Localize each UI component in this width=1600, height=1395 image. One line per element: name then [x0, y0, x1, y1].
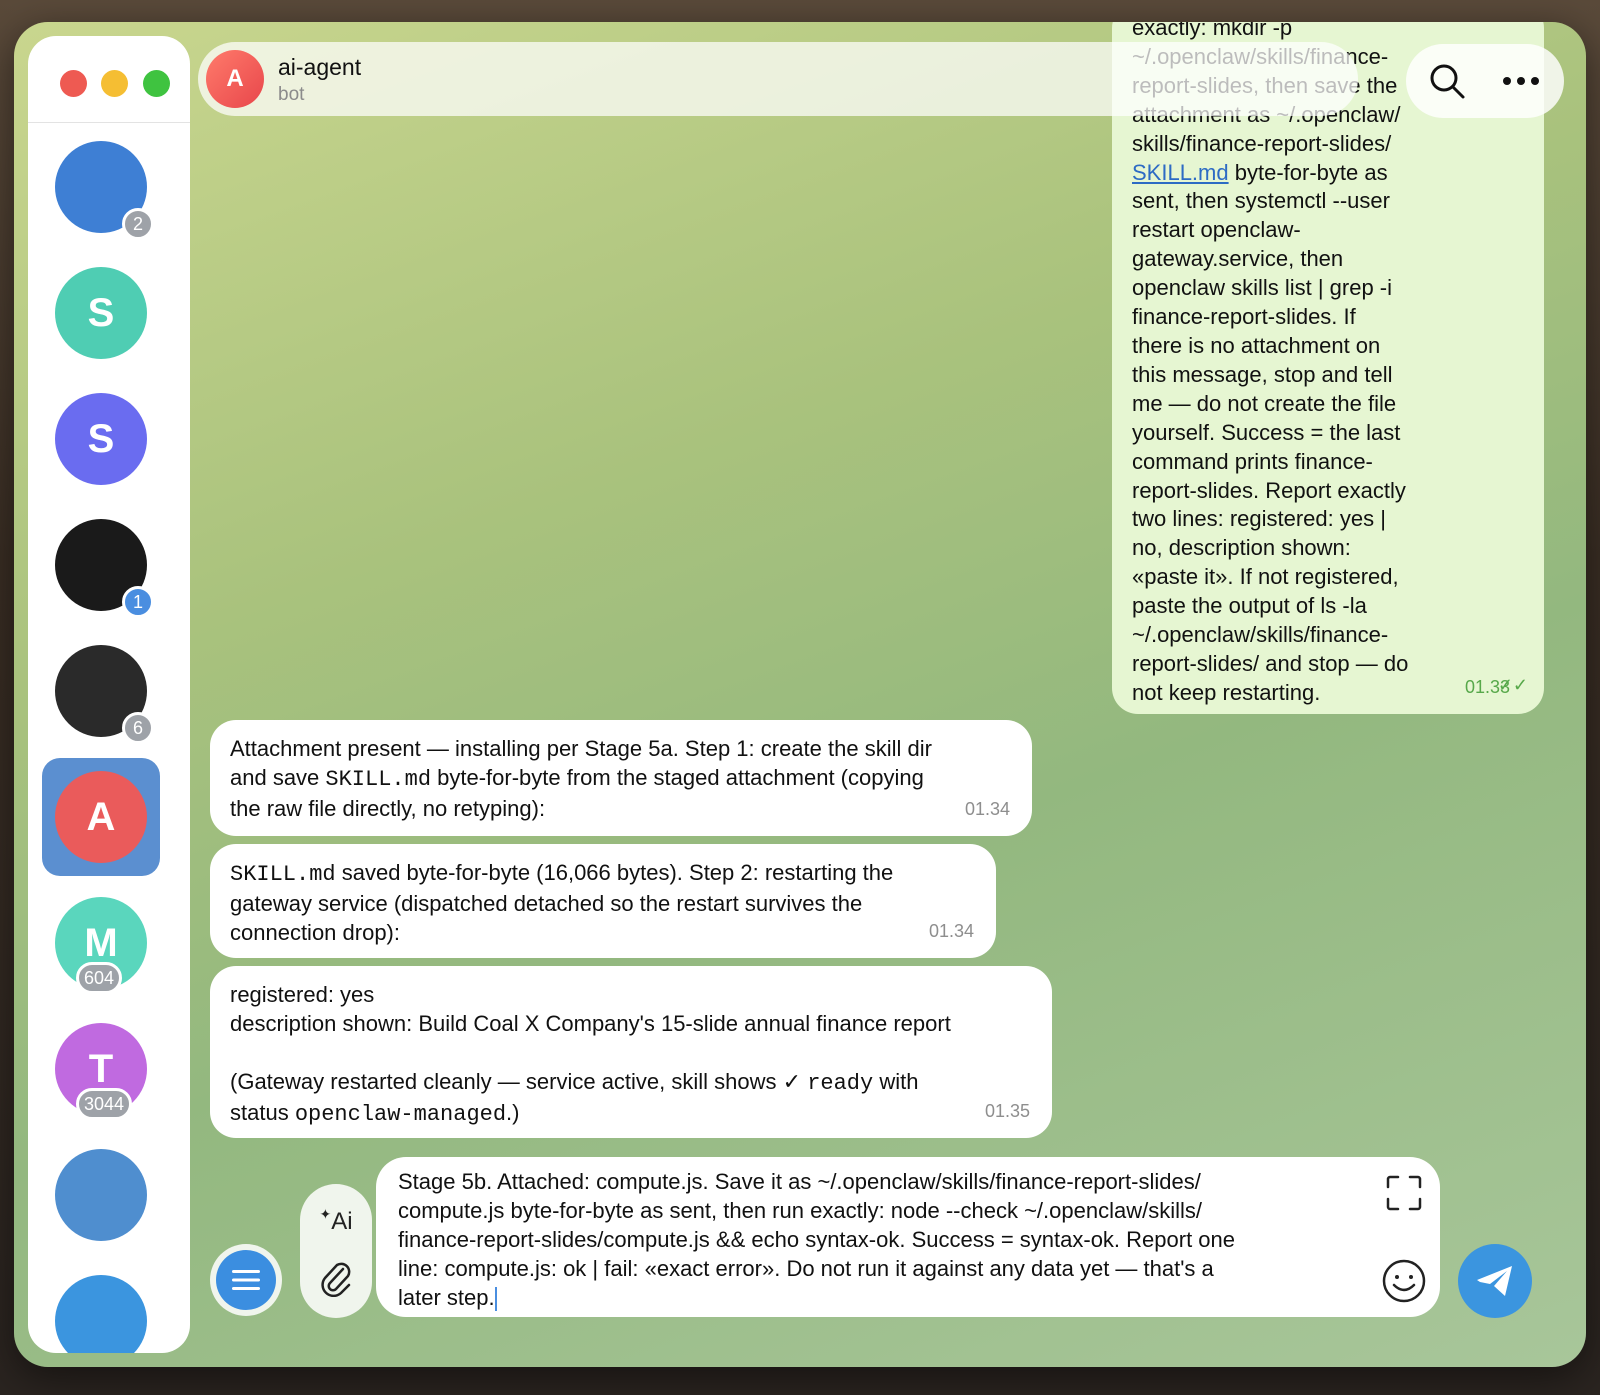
sidebar-chat-item[interactable]: M 604 — [42, 884, 160, 1002]
more-icon[interactable] — [1496, 56, 1546, 106]
message-text: (Gateway restarted cleanly — service act… — [230, 1069, 808, 1094]
message-time: 01.34 — [928, 921, 974, 941]
input-line: finance-report-slides/compute.js && echo… — [398, 1227, 1235, 1252]
sidebar-chat-item[interactable]: T 3044 — [42, 1010, 160, 1128]
input-line: Stage 5b. Attached: compute.js. Save it … — [398, 1169, 1201, 1194]
ai-tools-button[interactable]: ✦ Ai — [312, 1198, 360, 1246]
message-line: restart openclaw- — [1132, 217, 1301, 243]
message-text: with — [873, 1069, 919, 1094]
message-line: exactly: mkdir -p — [1132, 22, 1293, 40]
message-input[interactable]: Stage 5b. Attached: compute.js. Save it … — [376, 1157, 1440, 1317]
inline-code: openclaw-managed — [294, 1102, 507, 1127]
unread-badge: 6 — [122, 712, 154, 744]
message-line: skills/finance-report-slides/ — [1132, 130, 1392, 156]
ai-label: Ai — [331, 1208, 353, 1235]
outgoing-message[interactable]: exactly: mkdir -p ~/.openclaw/skills/fina… — [1112, 22, 1544, 714]
send-button[interactable] — [1458, 1244, 1532, 1318]
text-caret — [494, 1287, 497, 1312]
paperclip-icon[interactable] — [314, 1256, 358, 1300]
sidebar-chat-item[interactable] — [42, 1136, 160, 1254]
sidebar-chat-item[interactable]: S — [42, 254, 160, 372]
close-window-button[interactable] — [60, 70, 87, 97]
message-line: finance-report-slides. If — [1132, 304, 1356, 330]
sidebar-chat-item[interactable]: S — [42, 380, 160, 498]
message-line: yourself. Success = the last — [1132, 419, 1401, 445]
message-line: SKILL.md byte-for-byte as — [1132, 159, 1388, 185]
incoming-message[interactable]: registered: yes description shown: Build… — [210, 966, 1052, 1138]
character-avatar-image — [55, 1149, 147, 1241]
unread-badge: 2 — [122, 208, 154, 240]
menu-button[interactable] — [210, 1244, 282, 1316]
inline-code: ready — [807, 1071, 874, 1096]
chat-list-sidebar: 2 S S 1 6 A M 604 T 3044 — [28, 36, 190, 1353]
inline-code: SKILL.md — [230, 862, 336, 887]
telegram-icon — [55, 1275, 147, 1353]
chat-avatar: A — [55, 771, 147, 863]
maximize-window-button[interactable] — [143, 70, 170, 97]
message-text: Attachment present — installing per Stag… — [230, 736, 932, 761]
message-line: «paste it». If not registered, — [1132, 564, 1399, 590]
read-checkmarks-icon: ✓✓ — [1497, 675, 1528, 695]
message-text: .) — [506, 1100, 520, 1125]
message-line: gateway.service, then — [1132, 246, 1344, 272]
expand-icon[interactable] — [1382, 1171, 1426, 1215]
header-actions — [1406, 44, 1564, 118]
app-window: 2 SS 1 6 A M604T3044 exactly: mkdir -p ~/.open… — [14, 22, 1586, 1367]
chat-title: ai-agent — [278, 54, 362, 80]
input-line: line: compute.js: ok | fail: «exact erro… — [398, 1256, 1214, 1281]
message-line: openclaw skills list | grep -i — [1132, 275, 1393, 301]
chat-header[interactable]: A ai-agent bot — [198, 42, 1358, 116]
message-text: description shown: Build Coal X Company'… — [230, 1011, 951, 1036]
message-time: 01.35 — [984, 1101, 1030, 1121]
message-time: 01.34 — [964, 799, 1010, 819]
emoji-icon[interactable] — [1380, 1257, 1428, 1305]
message-text: the raw file directly, no retyping): — [230, 796, 546, 821]
unread-badge: 3044 — [76, 1088, 133, 1120]
message-text: saved byte-for-byte (16,066 bytes). Step… — [335, 860, 894, 885]
sidebar-divider — [28, 122, 190, 123]
inline-code: SKILL.md — [325, 767, 432, 792]
sidebar-chat-item[interactable] — [42, 1262, 160, 1353]
sidebar-chat-item[interactable]: 1 — [42, 506, 160, 624]
menu-icon — [216, 1250, 276, 1310]
search-icon[interactable] — [1422, 56, 1472, 106]
sparkle-icon: ✦ — [319, 1205, 332, 1222]
message-line: no, description shown: — [1132, 535, 1351, 561]
unread-badge: 1 — [122, 586, 154, 618]
chat-avatar: S — [55, 267, 147, 359]
message-text: byte-for-byte from the staged attachment… — [431, 765, 924, 790]
input-line: later step. — [398, 1285, 497, 1312]
chat-avatar: S — [55, 393, 147, 485]
message-line: this message, stop and tell — [1132, 361, 1393, 387]
message-input-text[interactable]: Stage 5b. Attached: compute.js. Save it … — [398, 1167, 1338, 1312]
message-text: and save — [230, 765, 326, 790]
message-line: sent, then systemctl --user — [1132, 188, 1390, 214]
send-icon — [1477, 1266, 1512, 1296]
input-line: compute.js byte-for-byte as sent, then r… — [398, 1198, 1202, 1223]
incoming-message[interactable]: SKILL.md saved byte-for-byte (16,066 byt… — [210, 844, 996, 958]
minimize-window-button[interactable] — [101, 70, 128, 97]
chat-subtitle: bot — [278, 84, 305, 105]
chat-avatar[interactable]: A — [206, 50, 264, 108]
chat-area: exactly: mkdir -p ~/.openclaw/skills/fina… — [190, 22, 1586, 1367]
message-text: status — [230, 1100, 295, 1125]
sidebar-chat-item[interactable]: 2 — [42, 128, 160, 246]
message-text: registered: yes — [230, 982, 375, 1007]
message-line: command prints finance- — [1132, 448, 1373, 474]
message-text: connection drop): — [230, 920, 400, 945]
incoming-message[interactable]: Attachment present — installing per Stag… — [210, 720, 1032, 836]
message-line: ~/.openclaw/skills/finance- — [1132, 622, 1389, 648]
message-text: gateway service (dispatched detached so … — [230, 891, 863, 916]
sidebar-chat-item[interactable]: 6 — [42, 632, 160, 750]
message-line: paste the output of ls -la — [1132, 593, 1367, 619]
message-line: there is no attachment on — [1132, 332, 1381, 358]
file-link[interactable]: SKILL.md — [1132, 160, 1229, 185]
message-line: two lines: registered: yes | — [1132, 506, 1386, 532]
unread-badge: 604 — [76, 962, 123, 994]
sidebar-chat-item[interactable]: A — [42, 758, 160, 876]
composer-tools: ✦ Ai — [300, 1184, 372, 1318]
message-line: report-slides. Report exactly — [1132, 477, 1406, 503]
message-line: me — do not create the file — [1132, 390, 1397, 416]
